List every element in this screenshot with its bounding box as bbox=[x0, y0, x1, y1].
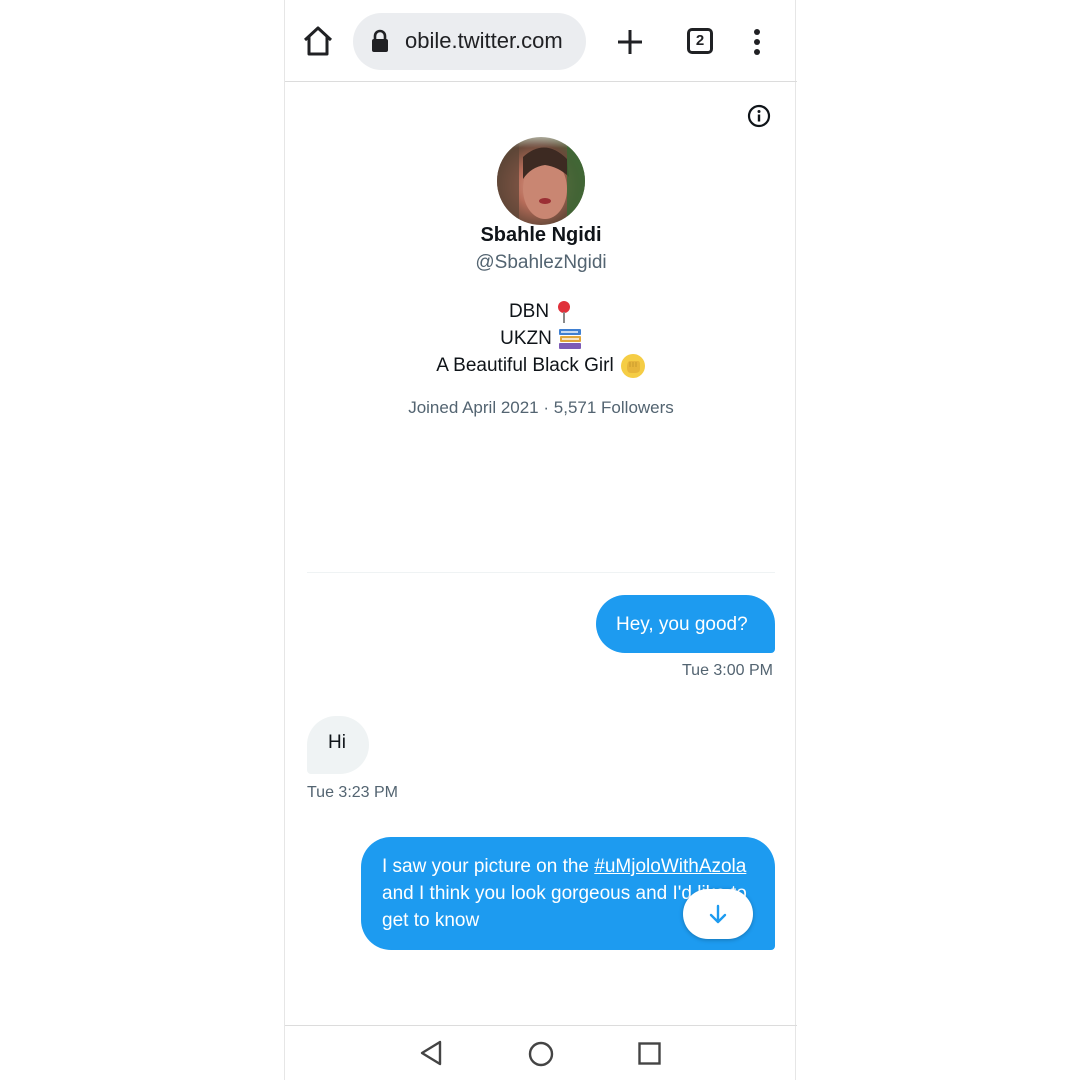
arrow-down-icon bbox=[709, 904, 727, 924]
bio-line: A Beautiful Black Girl bbox=[285, 352, 797, 379]
scroll-to-bottom-button[interactable] bbox=[683, 889, 753, 939]
recents-icon[interactable] bbox=[638, 1042, 661, 1065]
browser-toolbar: obile.twitter.com 2 bbox=[285, 0, 797, 82]
message-timestamp: Tue 3:00 PM bbox=[681, 662, 773, 679]
plus-icon[interactable] bbox=[615, 27, 645, 57]
back-icon[interactable] bbox=[419, 1040, 443, 1066]
info-icon[interactable] bbox=[747, 104, 771, 128]
avatar[interactable] bbox=[497, 137, 585, 225]
lock-icon bbox=[372, 29, 388, 52]
phone-screen: obile.twitter.com 2 Sbahle Ngidi @Sbahle… bbox=[284, 0, 797, 1080]
followers-count[interactable]: 5,571 Followers bbox=[554, 398, 674, 417]
books-icon bbox=[558, 328, 581, 349]
hashtag-link[interactable]: #uMjoloWithAzola bbox=[594, 856, 746, 877]
bio-text: UKZN bbox=[500, 328, 552, 349]
avatar-photo bbox=[497, 137, 585, 225]
home-circle-icon[interactable] bbox=[528, 1041, 554, 1067]
message-bubble-incoming[interactable]: Hi bbox=[307, 716, 369, 774]
bio-line: DBN bbox=[285, 298, 797, 325]
home-icon[interactable] bbox=[301, 24, 335, 58]
meta-separator: · bbox=[543, 398, 550, 417]
avatar-blur-overlay bbox=[481, 100, 601, 148]
bio-text: A Beautiful Black Girl bbox=[436, 355, 614, 376]
bio-line: UKZN bbox=[285, 325, 797, 352]
divider bbox=[307, 572, 775, 573]
profile-name[interactable]: Sbahle Ngidi bbox=[285, 224, 797, 247]
address-bar[interactable]: obile.twitter.com bbox=[353, 13, 586, 70]
joined-date: Joined April 2021 bbox=[408, 398, 539, 417]
message-timestamp: Tue 3:23 PM bbox=[307, 784, 399, 801]
raised-fist-icon bbox=[620, 353, 645, 378]
url-text[interactable]: obile.twitter.com bbox=[405, 28, 563, 54]
bio-text: DBN bbox=[508, 301, 550, 322]
menu-dots-icon[interactable] bbox=[747, 28, 767, 56]
android-nav-bar bbox=[285, 1025, 797, 1080]
profile-meta: Joined April 2021 · 5,571 Followers bbox=[285, 398, 797, 418]
pushpin-icon bbox=[558, 300, 571, 323]
message-bubble-outgoing[interactable]: Hey, you good? bbox=[596, 595, 775, 653]
tabs-icon[interactable]: 2 bbox=[687, 28, 713, 54]
profile-bio: DBN UKZN A Beautiful Black Girl bbox=[285, 298, 797, 379]
message-text: I saw your picture on the bbox=[382, 856, 589, 877]
profile-handle[interactable]: @SbahlezNgidi bbox=[285, 252, 797, 274]
